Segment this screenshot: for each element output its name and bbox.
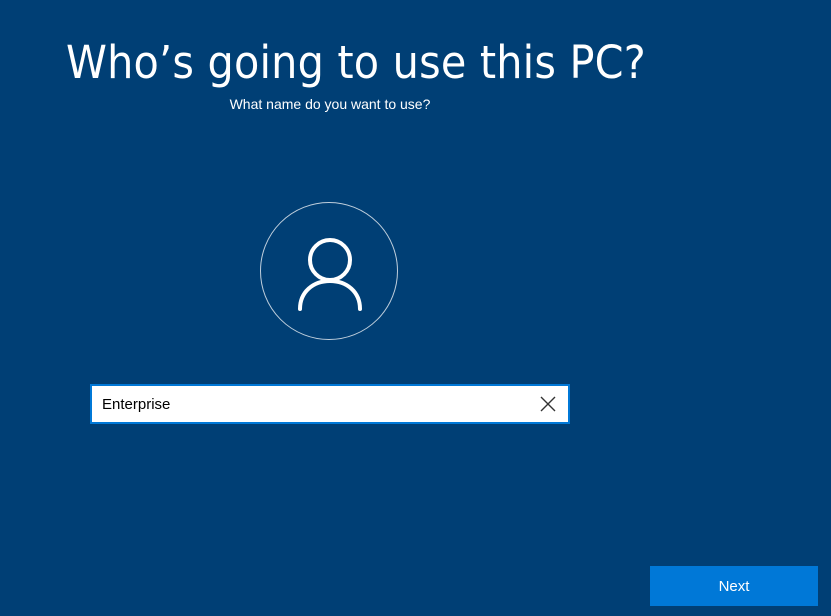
- close-icon: [540, 396, 556, 412]
- name-field[interactable]: [90, 384, 570, 424]
- clear-button[interactable]: [528, 386, 568, 422]
- name-input[interactable]: [92, 386, 532, 422]
- page-subtitle: What name do you want to use?: [229, 96, 431, 112]
- avatar: [260, 202, 398, 340]
- user-icon: [298, 238, 362, 311]
- page-title: Who’s going to use this PC?: [66, 36, 646, 89]
- next-button[interactable]: Next: [650, 566, 818, 606]
